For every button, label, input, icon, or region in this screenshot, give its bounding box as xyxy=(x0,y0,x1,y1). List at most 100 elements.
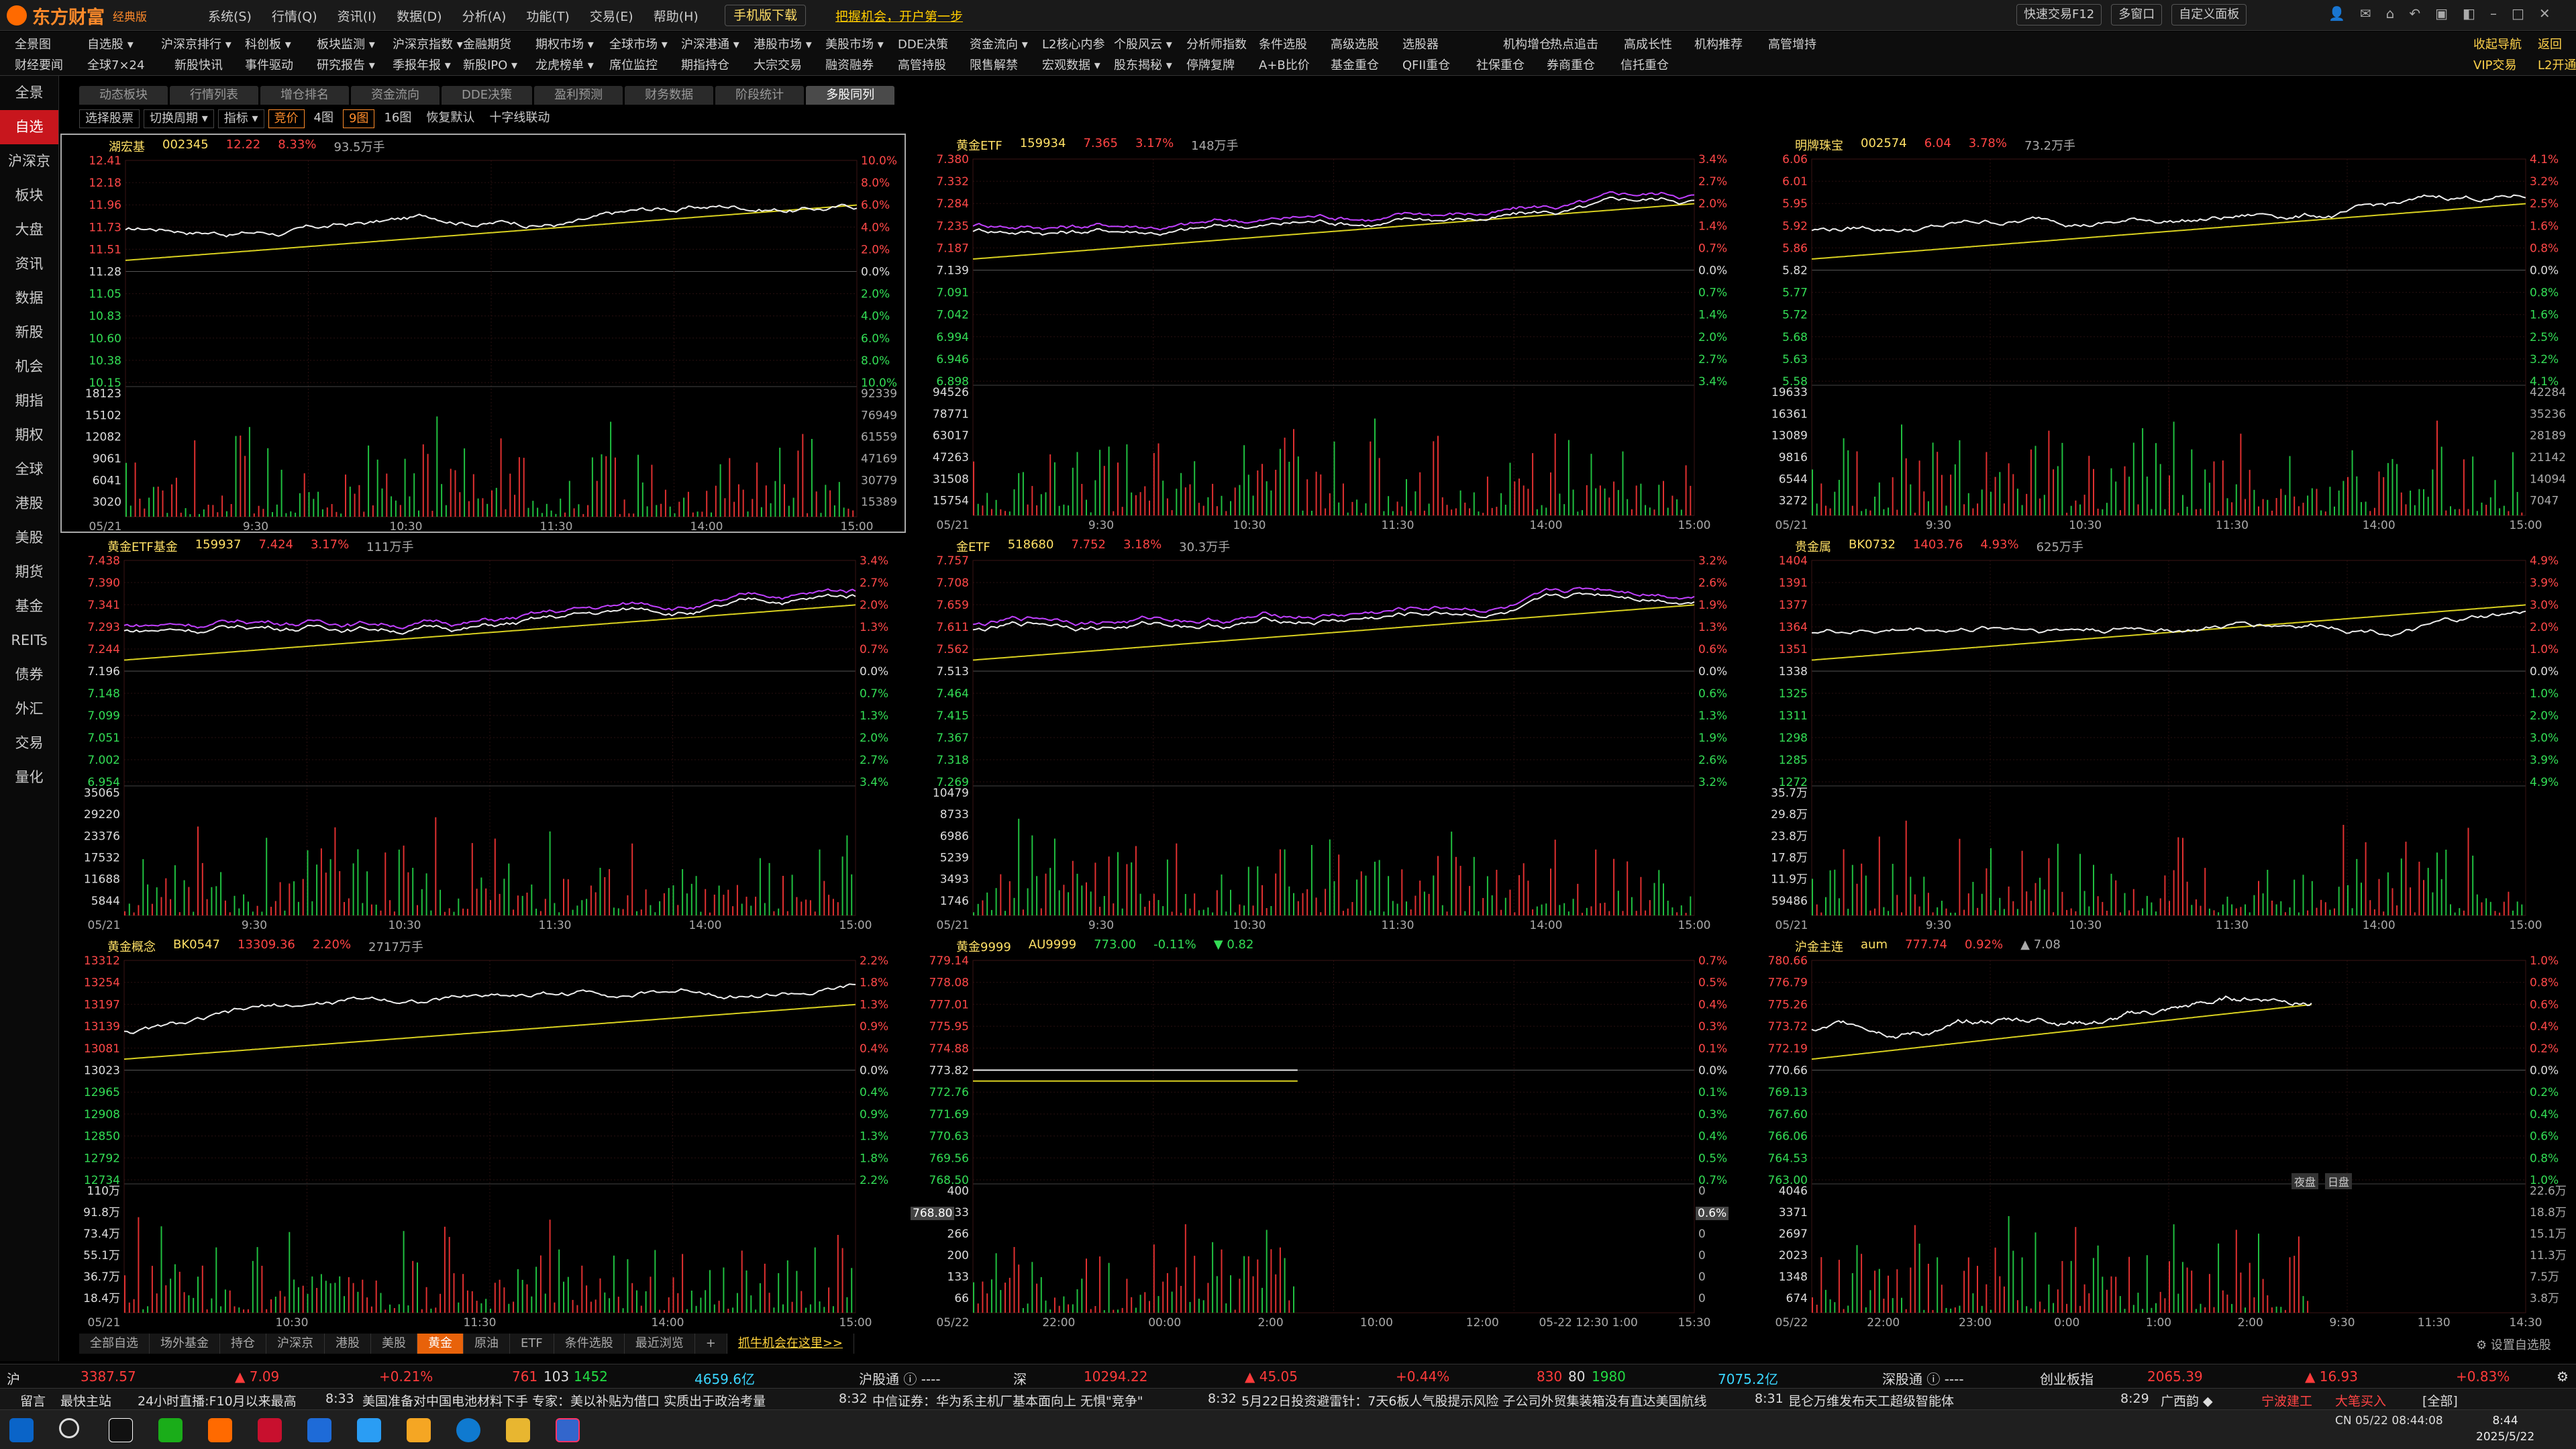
nav-item2-16[interactable]: 停牌复牌 xyxy=(1186,56,1235,73)
toolbar-5[interactable]: 9图 xyxy=(342,109,375,128)
nav-item-11[interactable]: 美股市场 ▾ xyxy=(825,35,884,52)
nav-item2-11[interactable]: 融资融券 xyxy=(825,56,874,73)
custom-panel-button[interactable]: 自定义面板 xyxy=(2171,4,2247,26)
intraday-chart[interactable]: 7.7577.7087.6597.6117.5627.5137.4647.415… xyxy=(909,535,1745,933)
skin-icon[interactable]: ◧ xyxy=(2463,5,2475,21)
nav-item2-15[interactable]: 股东揭秘 ▾ xyxy=(1114,56,1172,73)
stock-panel-002574[interactable]: 明牌珠宝 002574 6.04 3.78% 73.2万手 6.06 6.01 5.95 5.9… xyxy=(1748,134,2576,533)
multi-window-button[interactable]: 多窗口 xyxy=(2111,4,2163,26)
mail-icon[interactable]: ✉ xyxy=(2360,5,2371,21)
nav-item-19[interactable]: 选股器 xyxy=(1402,35,1439,52)
tab-3[interactable]: 资金流向 xyxy=(351,86,440,105)
nav-item2-5[interactable]: 季报年报 ▾ xyxy=(393,56,451,73)
bottom-tab-3[interactable]: 沪深京 xyxy=(266,1334,325,1354)
open-account-link[interactable]: 把握机会，开户第一步 xyxy=(835,7,963,25)
nav-item-22[interactable]: 高成长性 xyxy=(1624,35,1672,52)
intraday-chart[interactable]: 1331213254131971313913081130231296512908… xyxy=(60,935,906,1330)
news-item-3[interactable]: 8:33 xyxy=(325,1391,354,1406)
app-logo[interactable]: 东方财富 经典版 xyxy=(7,3,147,28)
sh-index-value[interactable]: 3387.57 xyxy=(81,1368,136,1385)
bottom-tab-2[interactable]: 持仓 xyxy=(220,1334,266,1354)
nav-item-23[interactable]: 机构推荐 xyxy=(1694,35,1743,52)
nav-right1-0[interactable]: 收起导航 xyxy=(2473,35,2522,52)
bottom-tab-9[interactable]: 条件选股 xyxy=(554,1334,625,1354)
toolbar-2[interactable]: 指标 ▾ xyxy=(217,109,264,128)
sidebar-item-9[interactable]: 期指 xyxy=(0,384,58,418)
nav-item-6[interactable]: 金融期货 xyxy=(463,35,511,52)
stock-panel-BK0732[interactable]: 贵金属 BK0732 1403.76 4.93% 625万手 1404 1391 1377 13… xyxy=(1748,535,2576,933)
close-icon[interactable]: ✕ xyxy=(2539,5,2551,21)
nav-item-18[interactable]: 高级选股 xyxy=(1331,35,1379,52)
session-0[interactable]: 夜盘 xyxy=(2291,1173,2319,1189)
bottom-tab-4[interactable]: 港股 xyxy=(325,1334,371,1354)
nav-item-17[interactable]: 条件选股 xyxy=(1259,35,1307,52)
minimize-icon[interactable]: – xyxy=(2490,5,2497,21)
news-item-13[interactable]: 宁波建工 xyxy=(2261,1391,2312,1409)
nav-item2-4[interactable]: 研究报告 ▾ xyxy=(317,56,375,73)
sidebar-item-0[interactable]: 全景 xyxy=(0,76,58,110)
tab-7[interactable]: 阶段统计 xyxy=(715,86,805,105)
bottom-tab-5[interactable]: 美股 xyxy=(371,1334,417,1354)
tab-1[interactable]: 行情列表 xyxy=(170,86,258,105)
sidebar-item-19[interactable]: 交易 xyxy=(0,726,58,760)
stock-panel-159937[interactable]: 黄金ETF基金 159937 7.424 3.17% 111万手 7.438 7.390 7.… xyxy=(60,535,906,933)
bottom-tab-12[interactable]: 抓牛机会在这里>> xyxy=(727,1334,854,1354)
nav-item2-21[interactable]: 券商重仓 xyxy=(1547,56,1595,73)
toolbar-4[interactable]: 4图 xyxy=(309,109,339,128)
nav-item2-12[interactable]: 高管持股 xyxy=(898,56,946,73)
news-item-14[interactable]: 大笔买入 xyxy=(2335,1391,2386,1409)
cyb-index-value[interactable]: 2065.39 xyxy=(2147,1368,2203,1385)
toolbar-1[interactable]: 切换周期 ▾ xyxy=(144,109,214,128)
wechat-icon[interactable] xyxy=(158,1418,183,1442)
sidebar-item-13[interactable]: 美股 xyxy=(0,521,58,555)
bottom-tab-1[interactable]: 场外基金 xyxy=(150,1334,220,1354)
windows-start-icon[interactable] xyxy=(9,1418,34,1442)
intraday-chart[interactable]: 1404139113771364135113381325131112981285… xyxy=(1748,535,2576,933)
intraday-chart[interactable]: 779.14778.08777.01775.95774.88773.82772.… xyxy=(909,935,1745,1330)
nav-right2-0[interactable]: VIP交易 xyxy=(2473,56,2516,73)
nav-item-12[interactable]: DDE决策 xyxy=(898,35,948,52)
nav-item2-13[interactable]: 限售解禁 xyxy=(970,56,1018,73)
nav-item2-7[interactable]: 龙虎榜单 ▾ xyxy=(535,56,594,73)
menu-1[interactable]: 行情(Q) xyxy=(272,7,317,25)
nav-item-9[interactable]: 沪深港通 ▾ xyxy=(681,35,739,52)
intraday-chart[interactable]: 6.066.015.955.925.865.825.775.725.685.63… xyxy=(1748,134,2576,533)
stock-panel-159934[interactable]: 黄金ETF 159934 7.365 3.17% 148万手 7.380 7.332 7.28… xyxy=(909,134,1745,533)
app-a-icon[interactable] xyxy=(307,1418,331,1442)
bottom-tab-7[interactable]: 原油 xyxy=(464,1334,510,1354)
stock-panel-518680[interactable]: 金ETF 518680 7.752 3.18% 30.3万手 7.757 7.708 7.65… xyxy=(909,535,1745,933)
nav-item2-19[interactable]: QFII重仓 xyxy=(1402,56,1450,73)
tab-0[interactable]: 动态板块 xyxy=(79,86,168,105)
news-item-8[interactable]: 5月22日投资避雷针：7天6板人气股提示风险 子公司外贸集装箱没有直达美国航线 xyxy=(1241,1391,1706,1409)
sidebar-item-11[interactable]: 全球 xyxy=(0,452,58,487)
nav-right2-1[interactable]: L2开通 xyxy=(2538,56,2576,73)
news-item-1[interactable]: 最快主站 xyxy=(60,1391,111,1409)
app-c-icon[interactable] xyxy=(357,1418,381,1442)
quick-trade-button[interactable]: 快速交易F12 xyxy=(2016,4,2102,26)
app-notes-icon[interactable] xyxy=(407,1418,431,1442)
news-item-2[interactable]: 24小时直播:F10月以来最高 xyxy=(138,1391,297,1409)
hgt-flow[interactable]: 沪股通 ⓘ ---- xyxy=(859,1368,941,1388)
nav-item-15[interactable]: 个股风云 ▾ xyxy=(1114,35,1172,52)
sidebar-item-2[interactable]: 沪深京 xyxy=(0,144,58,179)
toolbar-3[interactable]: 竞价 xyxy=(268,109,305,128)
nav-item-1[interactable]: 自选股 ▾ xyxy=(87,35,134,52)
toolbar-7[interactable]: 恢复默认 xyxy=(421,109,480,128)
tab-2[interactable]: 增仓排名 xyxy=(260,86,349,105)
nav-item2-14[interactable]: 宏观数据 ▾ xyxy=(1042,56,1100,73)
sidebar-item-18[interactable]: 外汇 xyxy=(0,692,58,726)
sidebar-item-12[interactable]: 港股 xyxy=(0,487,58,521)
news-item-6[interactable]: 中信证券：华为系主机厂基本面向上 无惧"竞争" xyxy=(872,1391,1143,1409)
intraday-chart[interactable]: 12.4112.1811.9611.7311.5111.2811.0510.83… xyxy=(62,135,906,533)
sidebar-item-4[interactable]: 大盘 xyxy=(0,213,58,247)
nav-item2-6[interactable]: 新股IPO ▾ xyxy=(463,56,517,73)
gift-icon[interactable]: ▣ xyxy=(2435,5,2448,21)
menu-7[interactable]: 帮助(H) xyxy=(654,7,699,25)
stock-panel-BK0547[interactable]: 黄金概念 BK0547 13309.36 2.20% 2717万手 13312 13254 1… xyxy=(60,935,906,1330)
gear-icon[interactable]: ⚙ xyxy=(2557,1368,2569,1385)
news-item-7[interactable]: 8:32 xyxy=(1208,1391,1237,1406)
nav-item2-1[interactable]: 全球7×24 xyxy=(87,56,144,73)
sidebar-item-14[interactable]: 期货 xyxy=(0,555,58,589)
news-item-15[interactable]: [全部] xyxy=(2422,1391,2458,1409)
nav-item2-10[interactable]: 大宗交易 xyxy=(754,56,802,73)
